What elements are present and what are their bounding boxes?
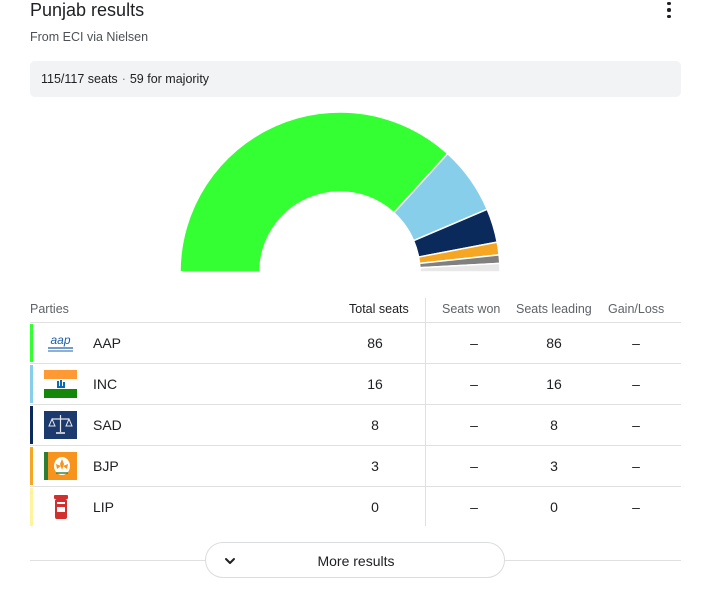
seats-won: –	[470, 335, 478, 351]
party-color-bar	[30, 447, 33, 485]
gain-loss: –	[632, 458, 640, 474]
majority-text: 59 for majority	[129, 72, 210, 86]
total-seats: 86	[367, 335, 383, 351]
seats-won: –	[470, 499, 478, 515]
header-total-seats[interactable]: Total seats	[349, 302, 409, 316]
table-row[interactable]: INC 16 – 16 –	[30, 363, 681, 404]
bjp-logo-icon	[44, 452, 77, 480]
seats-count: 115/117 seats	[41, 72, 118, 86]
seats-won: –	[470, 458, 478, 474]
party-name: INC	[93, 376, 118, 392]
seats-leading: 3	[550, 458, 558, 474]
source-subtitle: From ECI via Nielsen	[30, 30, 149, 44]
table-row[interactable]: BJP 3 – 3 –	[30, 445, 681, 486]
table-row[interactable]: SAD 8 – 8 –	[30, 404, 681, 445]
seats-leading: 8	[550, 417, 558, 433]
seats-leading: 16	[546, 376, 562, 392]
svg-text:aap: aap	[50, 333, 70, 347]
gain-loss: –	[632, 335, 640, 351]
table-header: Parties Total seats Seats won Seats lead…	[30, 296, 681, 322]
seats-won: –	[470, 417, 478, 433]
total-seats: 3	[371, 458, 379, 474]
party-name: AAP	[93, 335, 122, 351]
more-vert-icon	[667, 1, 671, 6]
gain-loss: –	[632, 376, 640, 392]
party-name: SAD	[93, 417, 122, 433]
gain-loss: –	[632, 499, 640, 515]
seats-leading: 0	[550, 499, 558, 515]
table-row[interactable]: aap AAP 86 – 86 –	[30, 322, 681, 363]
summary-separator: ·	[121, 72, 126, 86]
more-options-button[interactable]	[658, 0, 680, 20]
gain-loss: –	[632, 417, 640, 433]
table-row[interactable]: LIP 0 – 0 –	[30, 486, 681, 527]
chart-slice-aap[interactable]	[179, 111, 449, 273]
header-seats-won[interactable]: Seats won	[442, 302, 500, 316]
party-color-bar	[30, 406, 33, 444]
party-color-bar	[30, 324, 33, 362]
header-seats-leading[interactable]: Seats leading	[516, 302, 592, 316]
more-vert-icon-dot	[667, 14, 671, 19]
party-name: LIP	[93, 499, 115, 515]
party-color-bar	[30, 365, 33, 403]
party-name: BJP	[93, 458, 119, 474]
more-results-label: More results	[317, 553, 395, 569]
more-vert-icon-dot	[667, 8, 671, 12]
aap-logo-icon: aap	[44, 329, 77, 357]
party-color-bar	[30, 488, 33, 526]
seats-leading: 86	[546, 335, 562, 351]
seat-share-chart	[179, 111, 501, 273]
header-parties: Parties	[30, 302, 69, 316]
seats-won: –	[470, 376, 478, 392]
seats-summary: 115/117 seats · 59 for majority	[30, 61, 681, 97]
total-seats: 16	[367, 376, 383, 392]
page-title: Punjab results	[30, 0, 145, 20]
more-results-button[interactable]: More results	[205, 542, 505, 578]
inc-logo-icon	[44, 370, 77, 398]
sad-logo-icon	[44, 411, 77, 439]
results-table: Parties Total seats Seats won Seats lead…	[30, 296, 681, 527]
lip-logo-icon	[44, 493, 77, 521]
total-seats: 8	[371, 417, 379, 433]
total-seats: 0	[371, 499, 379, 515]
header-gain-loss[interactable]: Gain/Loss	[608, 302, 664, 316]
